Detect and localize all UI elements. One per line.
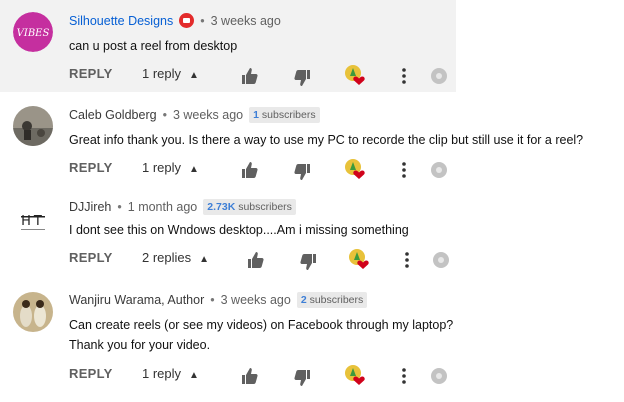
chevron-up-icon: ▲ bbox=[189, 164, 199, 175]
author-name[interactable]: Wanjiru Warama, Author bbox=[69, 293, 204, 307]
comment-time[interactable]: 3 weeks ago bbox=[221, 293, 291, 307]
comment-text: I dont see this on Wndows desktop....Am … bbox=[69, 223, 409, 237]
subscriber-count: 1 bbox=[253, 109, 259, 121]
subscriber-count: 2 bbox=[300, 294, 307, 306]
separator-dot: • bbox=[162, 108, 167, 122]
replies-count: 1 reply bbox=[142, 160, 182, 175]
avatar[interactable] bbox=[13, 106, 53, 146]
creator-heart-icon[interactable] bbox=[344, 364, 366, 386]
subscriber-count: 2.73K bbox=[207, 201, 236, 213]
comment-header: Caleb Goldberg • 3 weeks ago 1 subscribe… bbox=[69, 107, 320, 123]
separator-dot: • bbox=[117, 200, 122, 214]
record-icon[interactable] bbox=[431, 68, 447, 84]
subscriber-label: subscribers bbox=[309, 294, 364, 306]
record-icon[interactable] bbox=[433, 252, 449, 268]
thumbs-up-icon[interactable] bbox=[240, 66, 260, 86]
subscriber-badge: 2.73K subscribers bbox=[203, 199, 296, 215]
separator-dot: • bbox=[200, 13, 205, 28]
thumbs-up-icon[interactable] bbox=[246, 250, 266, 270]
view-replies-toggle[interactable]: 1 reply ▲ bbox=[142, 160, 199, 175]
subscriber-label: subscribers bbox=[238, 201, 292, 213]
avatar[interactable]: HT bbox=[13, 202, 53, 242]
reply-button[interactable]: REPLY bbox=[69, 250, 113, 265]
subscriber-badge: 1 subscribers bbox=[249, 107, 320, 123]
author-name[interactable]: Silhouette Designs bbox=[69, 14, 173, 28]
more-vert-icon[interactable] bbox=[402, 161, 406, 179]
comment-item: Wanjiru Warama, Author • 3 weeks ago 2 s… bbox=[0, 284, 624, 402]
replies-count: 2 replies bbox=[142, 250, 192, 265]
subscriber-badge: 2 subscribers bbox=[296, 292, 368, 308]
comment-actions: REPLY 1 reply ▲ bbox=[69, 364, 624, 388]
avatar[interactable]: VIBES bbox=[13, 12, 53, 52]
creator-heart-icon[interactable] bbox=[344, 64, 366, 86]
comment-item: HT DJJireh • 1 month ago 2.73K subscribe… bbox=[0, 188, 624, 284]
comment-header: Silhouette Designs • 3 weeks ago bbox=[69, 13, 281, 28]
replies-count: 1 reply bbox=[142, 366, 182, 381]
avatar-logo-text: VIBES bbox=[17, 28, 50, 39]
replies-count: 1 reply bbox=[142, 66, 182, 81]
thumbs-down-icon[interactable] bbox=[292, 68, 312, 88]
comment-time[interactable]: 3 weeks ago bbox=[173, 108, 243, 122]
thumbs-up-icon[interactable] bbox=[240, 366, 260, 386]
comment-text: Great info thank you. Is there a way to … bbox=[69, 133, 584, 147]
comment-time[interactable]: 1 month ago bbox=[128, 200, 198, 214]
chevron-up-icon: ▲ bbox=[189, 70, 199, 81]
thumbs-down-icon[interactable] bbox=[292, 368, 312, 388]
comment-header: Wanjiru Warama, Author • 3 weeks ago 2 s… bbox=[69, 292, 368, 308]
comment-header: DJJireh • 1 month ago 2.73K subscribers bbox=[69, 199, 296, 215]
comment-actions: REPLY 1 reply ▲ bbox=[69, 64, 456, 88]
reply-button[interactable]: REPLY bbox=[69, 366, 113, 381]
creator-heart-icon[interactable] bbox=[348, 248, 370, 270]
thumbs-up-icon[interactable] bbox=[240, 160, 260, 180]
more-vert-icon[interactable] bbox=[402, 367, 406, 385]
record-icon[interactable] bbox=[431, 162, 447, 178]
view-replies-toggle[interactable]: 1 reply ▲ bbox=[142, 66, 199, 81]
chevron-up-icon: ▲ bbox=[189, 370, 199, 381]
comment-actions: REPLY 2 replies ▲ bbox=[69, 248, 624, 272]
comment-time[interactable]: 3 weeks ago bbox=[211, 14, 281, 28]
shop-badge-icon bbox=[179, 13, 195, 28]
reply-button[interactable]: REPLY bbox=[69, 160, 113, 175]
comment-actions: REPLY 1 reply ▲ bbox=[69, 158, 624, 182]
comment-item: VIBES Silhouette Designs • 3 weeks ago c… bbox=[0, 0, 456, 92]
creator-heart-icon[interactable] bbox=[344, 158, 366, 180]
more-vert-icon[interactable] bbox=[402, 67, 406, 85]
thumbs-down-icon[interactable] bbox=[292, 162, 312, 182]
reply-button[interactable]: REPLY bbox=[69, 66, 113, 81]
thumbs-down-icon[interactable] bbox=[298, 252, 318, 272]
chevron-up-icon: ▲ bbox=[199, 254, 210, 265]
record-icon[interactable] bbox=[431, 368, 447, 384]
view-replies-toggle[interactable]: 2 replies ▲ bbox=[142, 250, 209, 265]
view-replies-toggle[interactable]: 1 reply ▲ bbox=[142, 366, 199, 381]
comment-text: can u post a reel from desktop bbox=[69, 39, 238, 53]
comment-text-line: Thank you for your video. bbox=[69, 338, 211, 352]
comment-text-line: Can create reels (or see my videos) on F… bbox=[69, 318, 454, 332]
avatar[interactable] bbox=[13, 292, 53, 332]
author-name[interactable]: DJJireh bbox=[69, 200, 111, 214]
author-name[interactable]: Caleb Goldberg bbox=[69, 108, 157, 122]
more-vert-icon[interactable] bbox=[405, 251, 409, 269]
comment-item: Caleb Goldberg • 3 weeks ago 1 subscribe… bbox=[0, 92, 624, 188]
separator-dot: • bbox=[210, 293, 215, 307]
subscriber-label: subscribers bbox=[261, 109, 316, 121]
